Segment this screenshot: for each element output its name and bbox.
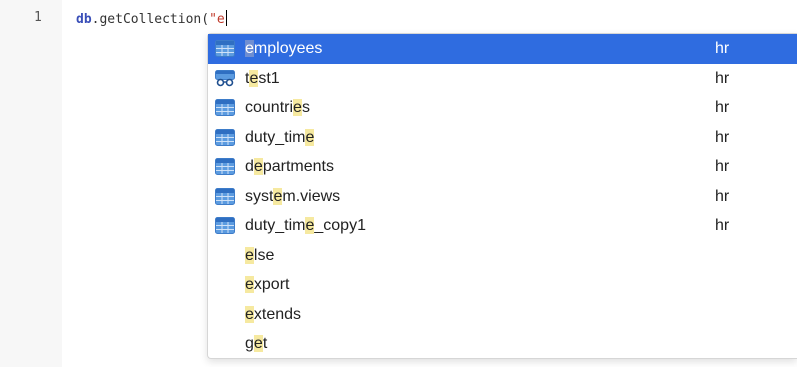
suggestion-schema: hr [715, 69, 730, 87]
autocomplete-popup: employees hr test1 hr countries hr duty_time hr… [207, 33, 797, 359]
suggestion-label: countries [245, 99, 310, 116]
suggestion-label: test1 [245, 69, 280, 87]
match-highlight: e [253, 335, 263, 352]
suggestion-item[interactable]: get [208, 329, 797, 359]
suggestion-item[interactable]: test1 hr [208, 64, 797, 94]
suggestion-schema: hr [715, 128, 730, 146]
match-highlight: e [245, 246, 254, 264]
code-object: db [76, 12, 92, 27]
match-highlight: e [245, 305, 254, 323]
suggestion-schema: hr [715, 217, 730, 234]
suggestion-label: departments [245, 158, 334, 175]
suggestion-label: system.views [245, 187, 341, 205]
table-icon [215, 217, 235, 234]
suggestion-schema: hr [715, 99, 730, 116]
suggestion-item[interactable]: duty_time hr [208, 123, 797, 153]
line-number: 1 [34, 10, 42, 25]
code-string: "e [209, 12, 225, 27]
table-icon [215, 187, 235, 205]
match-highlight: e [245, 40, 254, 57]
table-icon [215, 128, 235, 146]
match-highlight: e [293, 99, 302, 116]
suggestion-item[interactable]: else [208, 241, 797, 271]
suggestion-schema: hr [715, 158, 730, 175]
match-highlight: e [305, 128, 315, 146]
suggestion-item[interactable]: countries hr [208, 93, 797, 123]
table-icon [215, 40, 235, 57]
suggestion-label: else [245, 246, 275, 264]
suggestion-label: duty_time_copy1 [245, 217, 366, 234]
suggestion-item[interactable]: system.views hr [208, 182, 797, 212]
line-gutter: 1 [0, 0, 62, 367]
code-line[interactable]: db.getCollection("e [76, 10, 227, 27]
code-method: getCollection( [99, 12, 210, 27]
match-highlight: e [245, 276, 254, 293]
table-icon [215, 158, 235, 175]
match-highlight: e [253, 158, 263, 175]
suggestion-item[interactable]: departments hr [208, 152, 797, 182]
table-icon [215, 99, 235, 116]
suggestion-item[interactable]: export [208, 270, 797, 300]
suggestion-label: extends [245, 305, 302, 323]
suggestion-schema: hr [715, 40, 730, 57]
view-icon [215, 69, 235, 87]
suggestion-item[interactable]: duty_time_copy1 hr [208, 211, 797, 241]
suggestion-item[interactable]: employees hr [208, 34, 797, 64]
suggestion-label: export [245, 276, 290, 293]
suggestion-label: duty_time [245, 128, 315, 146]
code-editor[interactable]: 1 db.getCollection("e employees hr test1 hr… [0, 0, 797, 367]
suggestion-schema: hr [715, 187, 730, 205]
suggestion-item[interactable]: extends [208, 300, 797, 330]
suggestion-label: employees [245, 40, 323, 57]
suggestion-label: get [245, 335, 268, 352]
text-cursor [225, 10, 227, 26]
